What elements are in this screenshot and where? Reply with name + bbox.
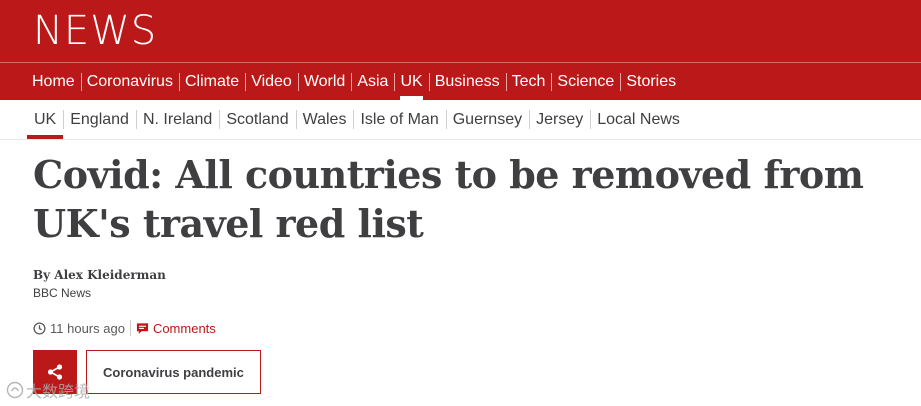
- byline: By Alex Kleiderman BBC News: [33, 268, 881, 300]
- sub-nav-item-uk[interactable]: UK: [27, 100, 64, 139]
- masthead: NEWS: [0, 0, 921, 62]
- author-name: By Alex Kleiderman: [33, 268, 166, 282]
- main-nav-item-coronavirus[interactable]: Coronavirus: [80, 63, 179, 100]
- comment-icon: [136, 322, 149, 334]
- main-nav-item-climate[interactable]: Climate: [178, 63, 245, 100]
- main-nav-item-tech[interactable]: Tech: [505, 63, 552, 100]
- main-nav-item-home[interactable]: Home: [26, 63, 81, 100]
- sub-nav-item-n-ireland[interactable]: N. Ireland: [135, 100, 219, 139]
- timestamp: 11 hours ago: [33, 321, 125, 336]
- watermark: 大数跨境: [6, 378, 90, 402]
- main-nav-item-business[interactable]: Business: [428, 63, 506, 100]
- timestamp-text: 11 hours ago: [50, 320, 125, 336]
- sub-nav-item-local-news[interactable]: Local News: [590, 100, 687, 139]
- article-actions: Coronavirus pandemic: [33, 350, 881, 394]
- headline: Covid: All countries to be removed from …: [33, 152, 864, 246]
- sub-nav: UK England N. Ireland Scotland Wales Isl…: [0, 100, 921, 140]
- watermark-logo-icon: [6, 381, 24, 399]
- sub-nav-item-guernsey[interactable]: Guernsey: [445, 100, 529, 139]
- sub-nav-item-jersey[interactable]: Jersey: [529, 100, 590, 139]
- main-nav-item-asia[interactable]: Asia: [351, 63, 394, 100]
- sub-nav-item-isle-of-man[interactable]: Isle of Man: [353, 100, 445, 139]
- article: Covid: All countries to be removed from …: [33, 150, 881, 394]
- sub-nav-item-wales[interactable]: Wales: [295, 100, 354, 139]
- main-nav-item-science[interactable]: Science: [551, 63, 620, 100]
- main-nav-item-stories[interactable]: Stories: [620, 63, 682, 100]
- comments-link[interactable]: Comments: [136, 321, 216, 336]
- news-logo[interactable]: NEWS: [33, 8, 157, 54]
- meta-divider: [129, 320, 131, 336]
- article-meta: 11 hours ago Comments: [33, 320, 881, 336]
- main-nav: Home Coronavirus Climate Video World Asi…: [0, 62, 921, 100]
- sub-nav-item-england[interactable]: England: [63, 100, 136, 139]
- topic-tag[interactable]: Coronavirus pandemic: [86, 350, 261, 394]
- main-nav-item-world[interactable]: World: [297, 63, 352, 100]
- author-organization: BBC News: [33, 286, 92, 300]
- main-nav-item-uk[interactable]: UK: [394, 63, 428, 100]
- comments-label: Comments: [152, 320, 216, 336]
- main-nav-item-video[interactable]: Video: [245, 63, 298, 100]
- clock-icon: [33, 321, 46, 335]
- watermark-text: 大数跨境: [26, 384, 91, 401]
- sub-nav-item-scotland[interactable]: Scotland: [219, 100, 295, 139]
